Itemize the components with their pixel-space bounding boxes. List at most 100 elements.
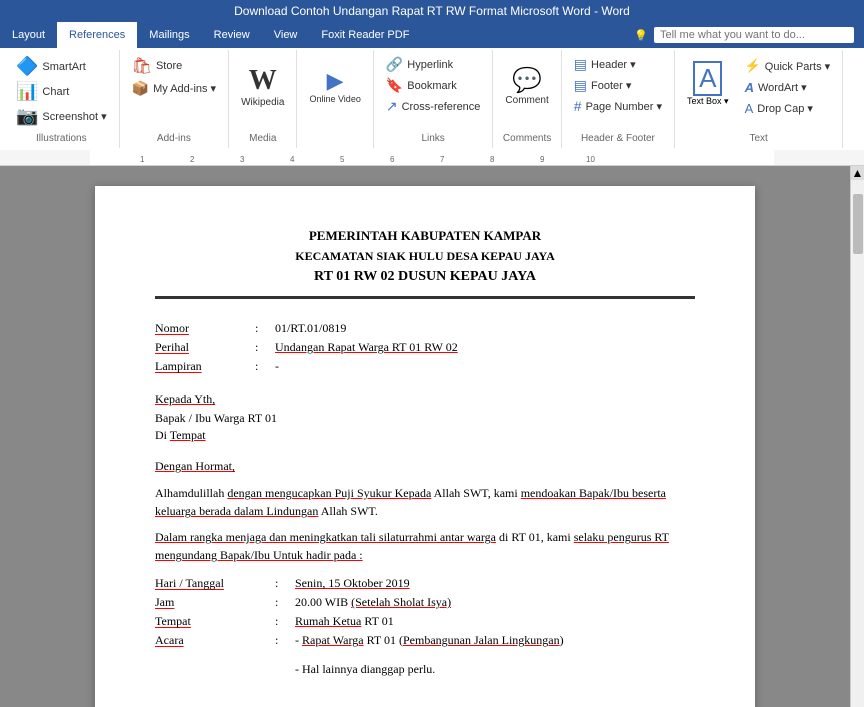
- svg-text:10: 10: [586, 155, 595, 164]
- quickparts-icon: ⚡: [745, 58, 761, 74]
- chart-icon: 📊: [16, 81, 38, 102]
- group-comments: 💬 Comment Comments: [493, 50, 561, 148]
- recipient1: Bapak / Ibu Warga RT 01: [155, 411, 695, 426]
- table-row: Lampiran : -: [155, 357, 695, 376]
- crossref-button[interactable]: ↗ Cross-reference: [380, 96, 487, 117]
- dropcap-label: Drop Cap ▾: [757, 102, 813, 115]
- dropcap-button[interactable]: A Drop Cap ▾: [739, 99, 837, 118]
- nomor-sep: :: [255, 319, 275, 338]
- smartart-icon: 🔷: [16, 56, 38, 77]
- nomor-value: 01/RT.01/0819: [275, 319, 695, 338]
- header-line1: PEMERINTAH KABUPATEN KAMPAR: [155, 226, 695, 247]
- wordart-button[interactable]: A WordArt ▾: [739, 78, 837, 97]
- tanggal-label: Hari / Tanggal: [155, 574, 275, 593]
- text-label: Text: [749, 129, 767, 144]
- footer-button[interactable]: ▤ Footer ▾: [568, 75, 638, 96]
- textbox-button[interactable]: A Text Box ▾: [681, 54, 735, 114]
- perihal-label: Perihal: [155, 338, 255, 357]
- screenshot-button[interactable]: 📷 Screenshot ▾: [10, 104, 113, 129]
- letter-info-table: Nomor : 01/RT.01/0819 Perihal : Undangan…: [155, 319, 695, 376]
- crossref-label: Cross-reference: [402, 101, 481, 113]
- group-headerfooter: ▤ Header ▾ ▤ Footer ▾ # Page Number ▾ He…: [562, 50, 675, 148]
- quickparts-button[interactable]: ⚡ Quick Parts ▾: [739, 56, 837, 76]
- onlinevideo-button[interactable]: ▶ Online Video: [303, 54, 366, 118]
- myadins-button[interactable]: 📦 My Add-ins ▾: [126, 78, 222, 99]
- tab-mailings[interactable]: Mailings: [137, 22, 201, 48]
- links-label: Links: [421, 129, 444, 144]
- footer-label: Footer ▾: [591, 79, 631, 92]
- tab-references[interactable]: References: [57, 22, 137, 48]
- table-row: Perihal : Undangan Rapat Warga RT 01 RW …: [155, 338, 695, 357]
- hf-label: Header & Footer: [581, 129, 655, 144]
- svg-text:8: 8: [490, 155, 495, 164]
- ruler: 1 2 3 4 5 6 7 8 9 10: [0, 150, 864, 166]
- perihal-value: Undangan Rapat Warga RT 01 RW 02: [275, 338, 695, 357]
- title-bar: Download Contoh Undangan Rapat RT RW For…: [0, 0, 864, 22]
- jam-sep: :: [275, 593, 295, 612]
- hyperlink-button[interactable]: 🔗 Hyperlink: [380, 54, 459, 75]
- tempat-value: Rumah Ketua RT 01: [295, 612, 695, 631]
- comment-label: Comment: [505, 95, 548, 106]
- body-para1: Alhamdulillah dengan mengucapkan Puji Sy…: [155, 484, 695, 520]
- main-area: PEMERINTAH KABUPATEN KAMPAR KECAMATAN SI…: [0, 166, 864, 707]
- screenshot-label: Screenshot ▾: [42, 110, 106, 123]
- crossref-icon: ↗: [386, 98, 398, 115]
- tanggal-value: Senin, 15 Oktober 2019: [295, 574, 695, 593]
- tempat-sep: :: [275, 612, 295, 631]
- acara-label: Acara: [155, 631, 275, 650]
- comment-button[interactable]: 💬 Comment: [499, 54, 554, 118]
- hyperlink-icon: 🔗: [386, 56, 403, 73]
- tab-foxit[interactable]: Foxit Reader PDF: [309, 22, 421, 48]
- svg-text:3: 3: [240, 155, 245, 164]
- letter-fields: Nomor : 01/RT.01/0819 Perihal : Undangan…: [155, 319, 695, 677]
- table-row: Nomor : 01/RT.01/0819: [155, 319, 695, 338]
- dropcap-icon: A: [745, 101, 754, 116]
- svg-text:2: 2: [190, 155, 195, 164]
- header-label: Header ▾: [591, 58, 636, 71]
- nomor-label: Nomor: [155, 319, 255, 338]
- onlinevideo-icon: ▶: [327, 68, 344, 94]
- wordart-icon: A: [745, 80, 754, 95]
- group-onlinevideo: ▶ Online Video .: [297, 50, 373, 148]
- header-line2: KECAMATAN SIAK HULU DESA KEPAU JAYA: [155, 247, 695, 266]
- scroll-thumb[interactable]: [853, 194, 863, 254]
- doc-scroll[interactable]: PEMERINTAH KABUPATEN KAMPAR KECAMATAN SI…: [0, 166, 850, 707]
- pagenum-button[interactable]: # Page Number ▾: [568, 96, 668, 116]
- acara-sep: :: [275, 631, 295, 650]
- svg-text:9: 9: [540, 155, 545, 164]
- tempat-label: Tempat: [155, 612, 275, 631]
- group-links: 🔗 Hyperlink 🔖 Bookmark ↗ Cross-reference…: [374, 50, 494, 148]
- scroll-up-button[interactable]: ▲: [851, 166, 864, 180]
- chart-button[interactable]: 📊 Chart: [10, 79, 75, 104]
- perihal-sep: :: [255, 338, 275, 357]
- doc-header: PEMERINTAH KABUPATEN KAMPAR KECAMATAN SI…: [155, 226, 695, 288]
- wikipedia-button[interactable]: W Wikipedia: [235, 54, 290, 118]
- svg-text:1: 1: [140, 155, 145, 164]
- recipient2: Di Tempat: [155, 428, 695, 443]
- textbox-icon: A: [693, 61, 722, 96]
- header-button[interactable]: ▤ Header ▾: [568, 54, 642, 75]
- more-text: - Hal lainnya dianggap perlu.: [155, 662, 695, 677]
- smartart-button[interactable]: 🔷 SmartArt: [10, 54, 92, 79]
- bookmark-button[interactable]: 🔖 Bookmark: [380, 75, 463, 96]
- table-row: Jam : 20.00 WIB (Setelah Sholat Isya): [155, 593, 695, 612]
- footer-icon: ▤: [574, 77, 587, 94]
- group-media: W Wikipedia Media: [229, 50, 297, 148]
- store-button[interactable]: 🛍 Store: [126, 54, 189, 78]
- doc-divider: [155, 296, 695, 299]
- group-text: A Text Box ▾ ⚡ Quick Parts ▾ A WordArt ▾…: [675, 50, 843, 148]
- addins-label: Add-ins: [157, 129, 191, 144]
- comments-label: Comments: [503, 129, 551, 144]
- comment-icon: 💬: [512, 66, 542, 95]
- scrollbar-vertical[interactable]: ▲: [850, 166, 864, 707]
- jam-value: 20.00 WIB (Setelah Sholat Isya): [295, 593, 695, 612]
- tab-view[interactable]: View: [262, 22, 310, 48]
- tab-review[interactable]: Review: [202, 22, 262, 48]
- tab-layout[interactable]: Layout: [0, 22, 57, 48]
- textbox-label: Text Box ▾: [687, 96, 729, 107]
- media-label: Media: [249, 129, 276, 144]
- search-bar: 💡: [624, 22, 864, 48]
- wikipedia-icon: W: [249, 65, 277, 97]
- search-input[interactable]: [654, 27, 854, 43]
- table-row: Tempat : Rumah Ketua RT 01: [155, 612, 695, 631]
